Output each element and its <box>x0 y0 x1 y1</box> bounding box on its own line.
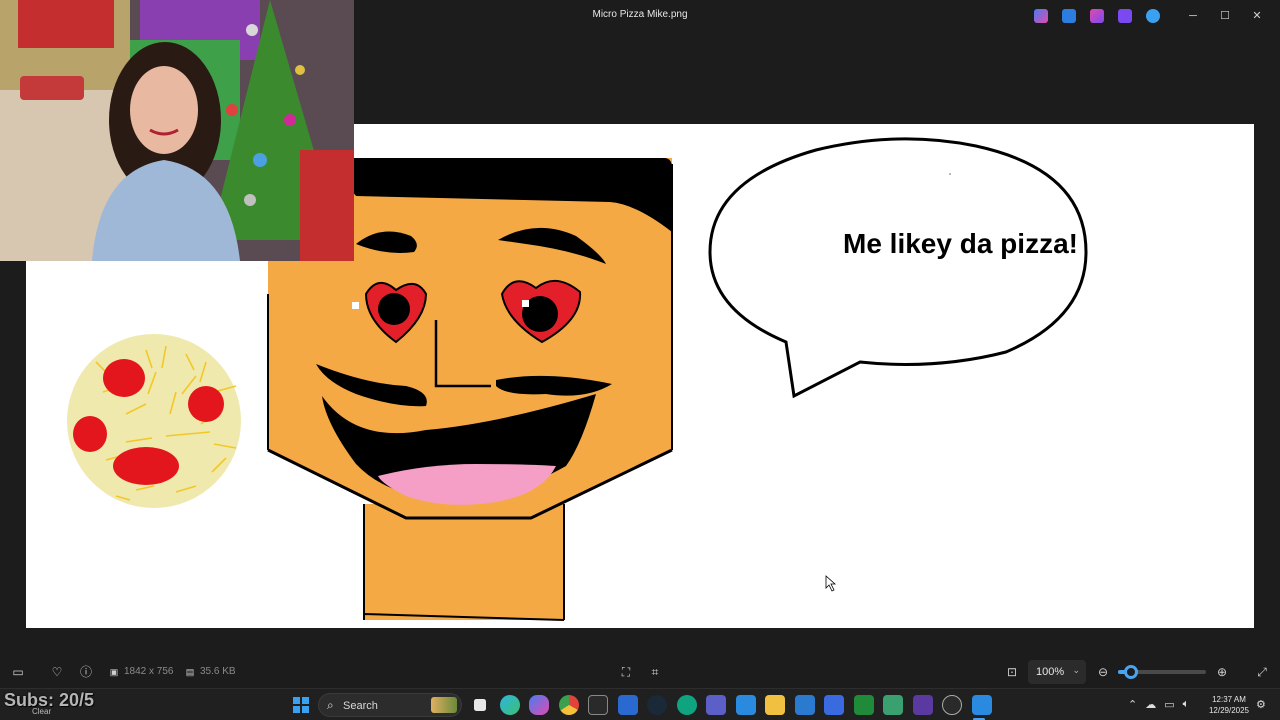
obsidian-icon[interactable] <box>912 695 933 715</box>
clock-time: 12:37 AM <box>1212 695 1246 704</box>
window-title: Micro Pizza Mike.png <box>592 9 688 20</box>
copilot-taskbar-icon[interactable] <box>529 695 549 715</box>
zoom-value: 100% <box>1036 666 1065 678</box>
weather-label[interactable]: Clear <box>32 707 51 716</box>
obs-icon[interactable] <box>942 695 962 715</box>
fullscreen-icon[interactable]: ⤢ <box>1254 664 1270 680</box>
text-scan-icon[interactable]: ⌗ <box>647 664 663 680</box>
epic-games-icon[interactable] <box>588 695 608 715</box>
copilot-icon[interactable] <box>1034 9 1048 23</box>
notification-icon[interactable]: ⚙ <box>1256 698 1266 711</box>
webcam-feed <box>0 0 354 261</box>
steam-icon[interactable] <box>647 695 667 715</box>
info-icon[interactable]: ⓘ <box>78 664 94 680</box>
viewer-bottom-toolbar: ▭ ♡ ⓘ ▣ 1842 x 756 ▤ 35.6 KB ⛶ ⌗ ⊡ 100% … <box>0 656 1280 688</box>
affinity-icon[interactable] <box>617 695 638 715</box>
window-controls: ─ ☐ ✕ <box>1186 8 1264 24</box>
zoom-slider[interactable] <box>1118 665 1206 679</box>
taskbar-apps <box>470 695 992 715</box>
scan-icon[interactable]: ⛶ <box>618 664 634 680</box>
speech-bubble-drawing <box>708 137 1088 399</box>
heart-icon[interactable]: ♡ <box>49 664 65 680</box>
speech-bubble-text: Me likey da pizza! <box>843 228 1078 259</box>
clock-date: 12/29/2025 <box>1208 706 1250 715</box>
file-explorer-icon[interactable] <box>765 695 785 715</box>
file-size-icon: ▤ <box>185 667 195 677</box>
taskbar-clock[interactable]: 12:37 AM 12/29/2025 <box>1206 694 1252 716</box>
maps-icon[interactable] <box>883 695 903 715</box>
chevron-down-icon: ⌄ <box>1072 665 1080 675</box>
search-highlight-icon <box>431 697 457 713</box>
onedrive-icon[interactable] <box>1146 9 1160 23</box>
zoom-in-icon[interactable]: ⊕ <box>1214 664 1230 680</box>
task-view-icon[interactable] <box>474 699 486 711</box>
gallery-icon[interactable]: ▭ <box>10 664 26 680</box>
webcam-overlay <box>0 0 354 261</box>
zoom-slider-thumb[interactable] <box>1124 665 1139 679</box>
search-label: Search <box>343 700 378 712</box>
volume-icon[interactable]: 🔈︎ <box>1183 698 1190 711</box>
teams-icon[interactable] <box>706 695 726 715</box>
zoom-select[interactable]: 100% ⌄ <box>1028 660 1086 684</box>
photos-icon[interactable] <box>971 695 992 715</box>
minimize-button[interactable]: ─ <box>1186 8 1200 24</box>
network-icon[interactable]: ☁ <box>1145 698 1156 711</box>
search-icon: ⌕ <box>327 698 334 712</box>
display-icon[interactable]: ▭ <box>1164 698 1174 711</box>
file-size: 35.6 KB <box>200 666 236 677</box>
chrome-icon[interactable] <box>558 695 579 715</box>
fit-icon[interactable]: ⊡ <box>1004 664 1020 680</box>
store-icon[interactable] <box>824 695 844 715</box>
system-tray: ⌃ ☁ ▭ 🔈︎ <box>1128 698 1189 711</box>
vscode-icon[interactable] <box>735 695 756 715</box>
designer-icon[interactable] <box>1090 9 1104 23</box>
edge-icon[interactable] <box>499 695 520 715</box>
pizza-drawing <box>67 334 241 508</box>
xbox-icon[interactable] <box>853 695 874 715</box>
taskbar: Subs: 20/5 Clear ⌕ Search ⌃ ☁ ▭ 🔈︎ 12:37… <box>0 688 1280 720</box>
chatgpt-icon[interactable] <box>676 695 697 715</box>
mouse-cursor-icon <box>825 575 837 592</box>
zoom-out-icon[interactable]: ⊖ <box>1095 664 1111 680</box>
chevron-up-icon[interactable]: ⌃ <box>1128 698 1137 711</box>
photos-edit-icon[interactable] <box>1062 9 1076 23</box>
mail-icon[interactable] <box>794 695 815 715</box>
taskbar-search[interactable]: ⌕ Search <box>318 693 462 717</box>
clipchamp-icon[interactable] <box>1118 9 1132 23</box>
maximize-button[interactable]: ☐ <box>1218 8 1232 24</box>
image-dimensions-icon: ▣ <box>109 667 119 677</box>
image-dimensions: 1842 x 756 <box>124 666 174 677</box>
start-button[interactable] <box>293 697 309 713</box>
title-bar-app-icons <box>1034 9 1160 23</box>
close-button[interactable]: ✕ <box>1250 8 1264 24</box>
